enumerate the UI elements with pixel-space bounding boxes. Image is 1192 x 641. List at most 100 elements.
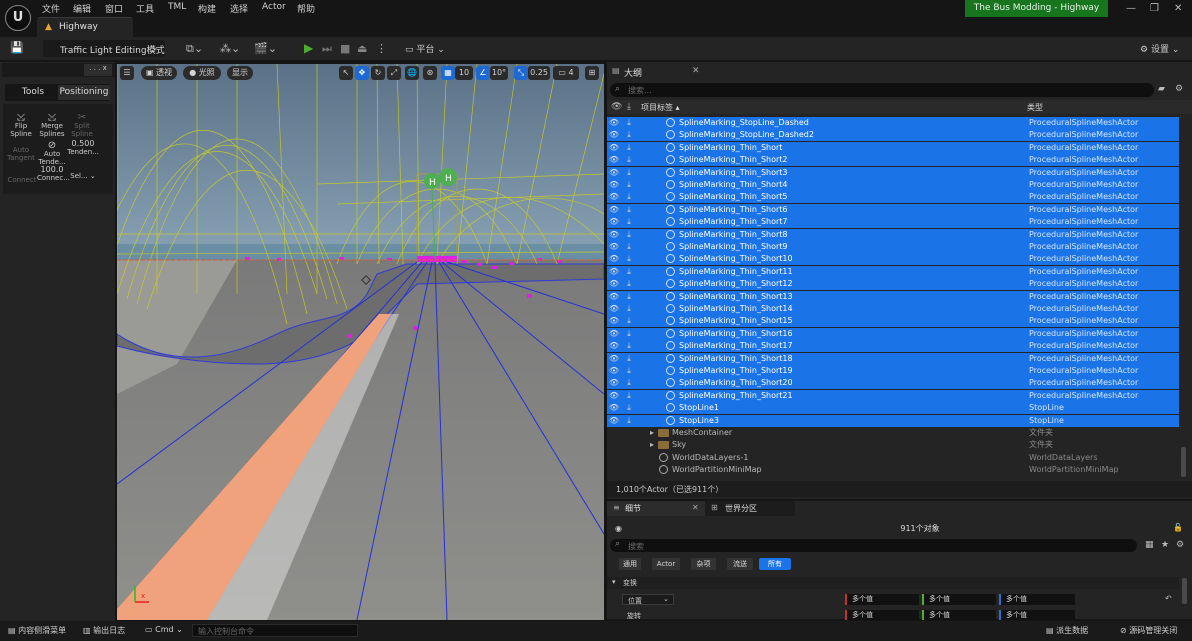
details-close-icon[interactable]: ✕ [692, 503, 699, 512]
visibility-icon[interactable]: 👁 [607, 303, 621, 315]
outliner-row[interactable]: 👁 ⤓ SplineMarking_Thin_Short3 ProceduralSpl… [607, 166, 1179, 179]
modes-tab-strip[interactable]: . . . x [2, 63, 115, 77]
outliner-row[interactable]: 👁 ⤓ SplineMarking_Thin_Short19 ProceduralSp… [607, 365, 1179, 377]
pin-icon[interactable]: ⤓ [624, 291, 634, 303]
tab-details[interactable]: ≡ 细节 ✕ [607, 501, 705, 516]
visibility-icon[interactable]: 👁 [607, 365, 621, 377]
pin-icon[interactable]: ⤓ [624, 303, 634, 315]
tendency-field[interactable]: 0.500 Tenden... [67, 140, 99, 157]
pin-icon[interactable]: ⤓ [624, 229, 634, 241]
viewport-scene[interactable]: H H x [117, 64, 604, 620]
visibility-column-icon[interactable]: 👁 [611, 102, 622, 112]
merge-splines-button[interactable]: ⤩ Merge Splines [39, 113, 65, 139]
visibility-icon[interactable]: 👁 [607, 129, 621, 141]
outliner-row[interactable]: 👁 ⤓ StopLine3 StopLine [607, 414, 1179, 427]
location-y-field[interactable]: 多个值 [922, 594, 996, 605]
visibility-icon[interactable]: 👁 [607, 353, 621, 365]
visibility-icon[interactable]: 👁 [607, 167, 621, 179]
visibility-icon[interactable]: 👁 [607, 142, 621, 154]
pin-icon[interactable]: ⤓ [624, 142, 634, 154]
level-viewport[interactable]: H H x [117, 64, 604, 620]
pin-column-icon[interactable]: ⤓ [627, 102, 631, 112]
outliner-row[interactable]: WorldDataLayers-1 WorldDataLayers [607, 452, 1179, 464]
split-spline-button[interactable]: ✂ Split Spline [69, 113, 95, 139]
visibility-icon[interactable]: 👁 [607, 154, 621, 166]
blueprint-icon[interactable]: ⁂⌄ [220, 42, 240, 55]
save-icon[interactable]: 💾 [10, 41, 24, 54]
menu-edit[interactable]: 编辑 [73, 2, 91, 15]
pin-icon[interactable]: ⤓ [624, 216, 634, 228]
lock-icon[interactable]: 🔓 [1173, 523, 1183, 532]
outliner-row[interactable]: 👁 ⤓ SplineMarking_StopLine_Dashed Procedura… [607, 117, 1179, 129]
auto-tende-button[interactable]: ⊘ Auto Tende... [37, 141, 67, 167]
cinematics-icon[interactable]: 🎬⌄ [254, 42, 277, 55]
play-icon[interactable]: ▶ [304, 41, 313, 55]
table-view-icon[interactable]: ▦ [1145, 540, 1154, 550]
select-mode-icon[interactable]: ↖ [339, 66, 353, 80]
visibility-icon[interactable]: 👁 [607, 390, 621, 402]
surface-snap-icon[interactable]: ⊛ [423, 66, 437, 80]
settings-button[interactable]: ⚙ 设置 ⌄ [1140, 42, 1179, 55]
outliner-row[interactable]: 👁 ⤓ SplineMarking_Thin_Short18 ProceduralSp… [607, 352, 1179, 365]
outliner-close-icon[interactable]: ✕ [692, 66, 700, 79]
label-column-header[interactable]: 项目标签 ▴ [641, 102, 680, 113]
pin-icon[interactable]: ⤓ [624, 415, 634, 427]
add-folder-icon[interactable]: ▰ [1158, 84, 1165, 94]
visibility-icon[interactable]: 👁 [607, 278, 621, 290]
star-icon[interactable]: ★ [1161, 540, 1169, 550]
pin-icon[interactable]: ⤓ [624, 353, 634, 365]
outliner-row[interactable]: 👁 ⤓ SplineMarking_Thin_Short9 ProceduralSpl… [607, 241, 1179, 253]
outliner-row[interactable]: 👁 ⤓ SplineMarking_Thin_Short16 ProceduralSp… [607, 327, 1179, 340]
visibility-icon[interactable]: 👁 [607, 402, 621, 414]
pin-icon[interactable]: ⤓ [624, 402, 634, 414]
connect-distance-field[interactable]: 100.0 Connec... [37, 166, 70, 183]
world-space-icon[interactable]: 🌐 [405, 66, 419, 80]
pin-icon[interactable]: ⤓ [624, 278, 634, 290]
stop-icon[interactable]: ■ [340, 42, 350, 55]
rotation-x-field[interactable]: 多个值 [845, 610, 919, 620]
pin-icon[interactable]: ⤓ [624, 390, 634, 402]
maximize-icon[interactable]: ❐ [1150, 3, 1159, 14]
rotation-z-field[interactable]: 多个值 [999, 610, 1075, 620]
scale-snap-value[interactable]: 0.25 [528, 66, 550, 80]
perspective-button[interactable]: ▣ 透视 [141, 66, 177, 80]
outliner-row[interactable]: ▸ Sky 文件夹 [607, 439, 1179, 451]
rotate-icon[interactable]: ↻ [371, 66, 385, 80]
outliner-row[interactable]: 👁 ⤓ StopLine1 StopLine [607, 402, 1179, 415]
viewport-menu-icon[interactable]: ☰ [120, 66, 134, 80]
more-icon[interactable]: ⋮ [376, 42, 387, 55]
filter-streaming[interactable]: 流送 [727, 558, 753, 570]
location-z-field[interactable]: 多个值 [999, 594, 1075, 605]
visibility-icon[interactable]: 👁 [607, 340, 621, 352]
menu-select[interactable]: 选择 [230, 2, 248, 15]
pin-icon[interactable]: ⤓ [624, 241, 634, 253]
visibility-icon[interactable]: 👁 [607, 179, 621, 191]
viewport-layout-icon[interactable]: ⊞ [585, 66, 599, 80]
outliner-row[interactable]: 👁 ⤓ SplineMarking_Thin_Short8 ProceduralSpl… [607, 228, 1179, 241]
visibility-icon[interactable]: 👁 [607, 191, 621, 203]
show-button[interactable]: 显示 [227, 66, 253, 80]
camera-speed-button[interactable]: ▭ 4 [553, 66, 579, 80]
outliner-row[interactable]: 👁 ⤓ SplineMarking_Thin_Short ProceduralSpli… [607, 141, 1179, 154]
pin-icon[interactable]: ⤓ [624, 266, 634, 278]
unreal-logo[interactable]: U [5, 5, 31, 31]
level-tab[interactable]: ▲ Highway [37, 17, 133, 37]
mode-dropdown[interactable]: Traffic Light Editing模式 ⌄ [43, 40, 165, 57]
type-column-header[interactable]: 类型 [1027, 102, 1043, 113]
location-x-field[interactable]: 多个值 [845, 594, 919, 605]
pin-icon[interactable]: ⤓ [624, 253, 634, 265]
grid-snap-icon[interactable]: ▦ [441, 66, 455, 80]
visibility-icon[interactable]: 👁 [607, 328, 621, 340]
rotation-snap-value[interactable]: 10° [490, 66, 508, 80]
tab-tools[interactable]: Tools [11, 87, 55, 97]
location-dropdown[interactable]: 位置 ⌄ [622, 594, 674, 605]
translate-icon[interactable]: ✥ [355, 66, 369, 80]
filter-actor[interactable]: Actor [652, 558, 680, 570]
pin-icon[interactable]: ⤓ [624, 328, 634, 340]
eject-icon[interactable]: ⏏ [357, 42, 367, 55]
outliner-row[interactable]: 👁 ⤓ SplineMarking_Thin_Short2 ProceduralSpl… [607, 154, 1179, 167]
outliner-row[interactable]: 👁 ⤓ SplineMarking_Thin_Short10 ProceduralSp… [607, 253, 1179, 266]
pin-icon[interactable]: ⤓ [624, 365, 634, 377]
auto-tangent-button[interactable]: Auto Tangent [7, 146, 35, 162]
connect-button[interactable]: Connect [7, 176, 37, 184]
